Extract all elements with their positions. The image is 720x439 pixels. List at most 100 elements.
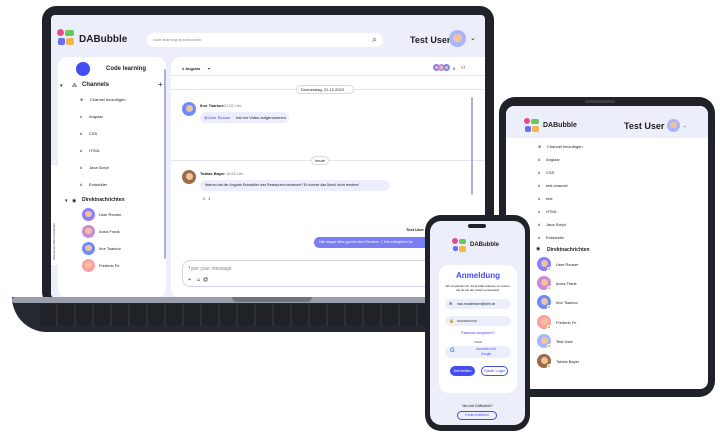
message-bubble: @User Reuser hat ein Video aufgenommen <box>200 112 289 123</box>
workspace-sidebar: Code learning ▾ ⁂ Channels + ⊕ Channel h… <box>58 57 166 298</box>
channels-heading[interactable]: Channels <box>82 82 109 88</box>
date-separator: heute <box>311 156 329 165</box>
add-icon[interactable]: + <box>158 80 163 89</box>
date-label: Donnerstag, 21.12.2023 <box>301 87 344 92</box>
hash-icon: # <box>80 114 83 119</box>
forgot-password-link[interactable]: Passwort vergessen? <box>439 331 517 335</box>
contact-item[interactable]: User Reuser <box>99 212 121 217</box>
laptop-screen: DABubble code learning durchsuchen ⌕ Tes… <box>51 15 485 298</box>
date-label: heute <box>315 158 326 163</box>
login-button[interactable]: Anmelden <box>450 366 475 376</box>
add-circle-icon: ⊕ <box>538 144 542 149</box>
channel-item[interactable]: Entwickler <box>89 182 107 187</box>
channel-item[interactable]: Java Script <box>546 222 566 227</box>
contact-item[interactable]: Ihor Tsarkov <box>99 246 121 251</box>
chevron-down-icon[interactable]: ⌄ <box>683 123 686 128</box>
dm-heading[interactable]: Direktnachrichten <box>82 197 125 203</box>
channel-item[interactable]: test <box>546 196 552 201</box>
message-time: 21:51 Uhr <box>224 103 242 108</box>
dabubble-logo <box>452 238 467 253</box>
contact-item[interactable]: Frederic Fe <box>99 263 119 268</box>
mention-link[interactable]: @User Reuser <box>204 115 231 120</box>
divider <box>171 75 485 76</box>
member-count[interactable]: 5 <box>453 66 455 71</box>
brand-name: DABubble <box>543 122 577 129</box>
contact-item[interactable]: User Reuser <box>556 262 578 267</box>
emoji-icon[interactable]: ☺ <box>196 277 201 283</box>
add-circle-icon: ⊕ <box>80 97 84 102</box>
hash-icon: # <box>80 148 83 153</box>
reaction-icon[interactable]: ☺ <box>202 196 206 201</box>
online-indicator <box>547 286 551 290</box>
chevron-down-icon[interactable]: ▾ <box>208 66 210 71</box>
chevron-down-icon[interactable]: ⌄ <box>470 34 476 42</box>
contact-item[interactable]: Ihor Tsarkov <box>556 300 578 305</box>
channel-item[interactable]: HTML <box>89 148 100 153</box>
contact-item[interactable]: Tobias Bayer <box>556 359 579 364</box>
contact-item[interactable]: Anna Frank <box>556 281 577 286</box>
search-icon: ⌕ <box>371 34 377 44</box>
hash-icon: # <box>80 165 83 170</box>
hash-icon: # <box>538 209 541 214</box>
guest-login-button[interactable]: Gäste Login <box>481 366 508 376</box>
brand-name: DABubble <box>79 34 128 45</box>
online-indicator <box>547 267 551 271</box>
brand-name: DABubble <box>470 242 499 248</box>
hash-icon: # <box>538 170 541 175</box>
search-input[interactable]: code learning durchsuchen ⌕ <box>147 33 383 47</box>
channel-item[interactable]: Angular <box>89 114 103 119</box>
channel-title[interactable]: # Angular <box>182 66 200 71</box>
phone-screen: DABubble Anmeldung Wir empfehlen dir, di… <box>430 221 525 425</box>
contacts-icon: ◉ <box>72 198 77 204</box>
create-account-button[interactable]: Konto erstellen <box>457 411 497 420</box>
reaction-count[interactable]: 1 <box>208 196 210 201</box>
add-channel-button[interactable]: Channel hinzufügen <box>547 144 583 149</box>
message-author: Test User <box>406 227 424 232</box>
channel-item[interactable]: Angular <box>546 157 560 162</box>
channel-item[interactable]: Entwickler <box>546 235 564 240</box>
hash-icon: # <box>538 222 541 227</box>
user-avatar[interactable] <box>667 119 680 132</box>
message-author: Tobias Bayer <box>200 171 225 176</box>
add-member-icon[interactable]: ⚇ <box>461 65 465 71</box>
input-placeholder: Type your message <box>188 266 232 272</box>
hash-icon: # <box>80 182 83 187</box>
contact-item[interactable]: Test User <box>556 339 573 344</box>
channel-item[interactable]: test channel <box>546 183 568 188</box>
login-description: Wir empfehlen dir, die E-Mail-Adresse zu… <box>445 284 511 292</box>
avatar <box>82 242 95 255</box>
add-icon[interactable]: + <box>188 277 191 283</box>
user-name: Test User <box>624 121 665 131</box>
add-channel-button[interactable]: Channel hinzufügen <box>90 97 126 102</box>
user-avatar[interactable] <box>449 30 466 47</box>
password-field[interactable]: 🔒 •••••••••••••••••• <box>445 316 511 326</box>
mention-icon[interactable]: @ <box>203 277 208 283</box>
message-text: hat ein Video aufgenommen <box>236 115 286 120</box>
channel-item[interactable]: HTML <box>546 209 557 214</box>
email-field[interactable]: ✉ max.mustermann@web.de <box>445 299 511 309</box>
chevron-down-icon[interactable]: ▾ <box>60 83 63 89</box>
contact-item[interactable]: Frederic Fe <box>556 320 576 325</box>
avatar <box>182 102 196 116</box>
user-name: Test User <box>410 35 451 45</box>
contact-item[interactable]: Anna Frank <box>99 229 120 234</box>
channel-item[interactable]: Java Script <box>89 165 109 170</box>
scrollbar[interactable] <box>471 97 473 195</box>
hash-icon: # <box>538 183 541 188</box>
google-login-label: Anmelden mit Google <box>476 347 496 356</box>
hash-icon: # <box>538 235 541 240</box>
search-placeholder: code learning durchsuchen <box>153 37 202 42</box>
dm-heading[interactable]: Direktnachrichten <box>547 247 590 253</box>
scrollbar[interactable] <box>164 69 166 259</box>
channel-item[interactable]: CSS <box>546 170 554 175</box>
chevron-down-icon[interactable]: ▾ <box>65 198 68 204</box>
email-icon: ✉ <box>449 301 453 306</box>
google-login-button[interactable]: G Anmelden mit Google <box>445 346 511 358</box>
device-mockup: { "brand": {"name": "DABubble", "colors"… <box>0 0 720 439</box>
message-author: Ihor Tsarkov <box>200 103 224 108</box>
channel-item[interactable]: CSS <box>89 131 97 136</box>
online-indicator <box>547 344 551 348</box>
sidebar-toggle[interactable]: Workspace-Menü schließen <box>51 165 60 265</box>
password-value: •••••••••••••••••• <box>457 319 478 323</box>
message-text: Hier klappt alles gut mit dem Rendern :)… <box>319 240 413 244</box>
